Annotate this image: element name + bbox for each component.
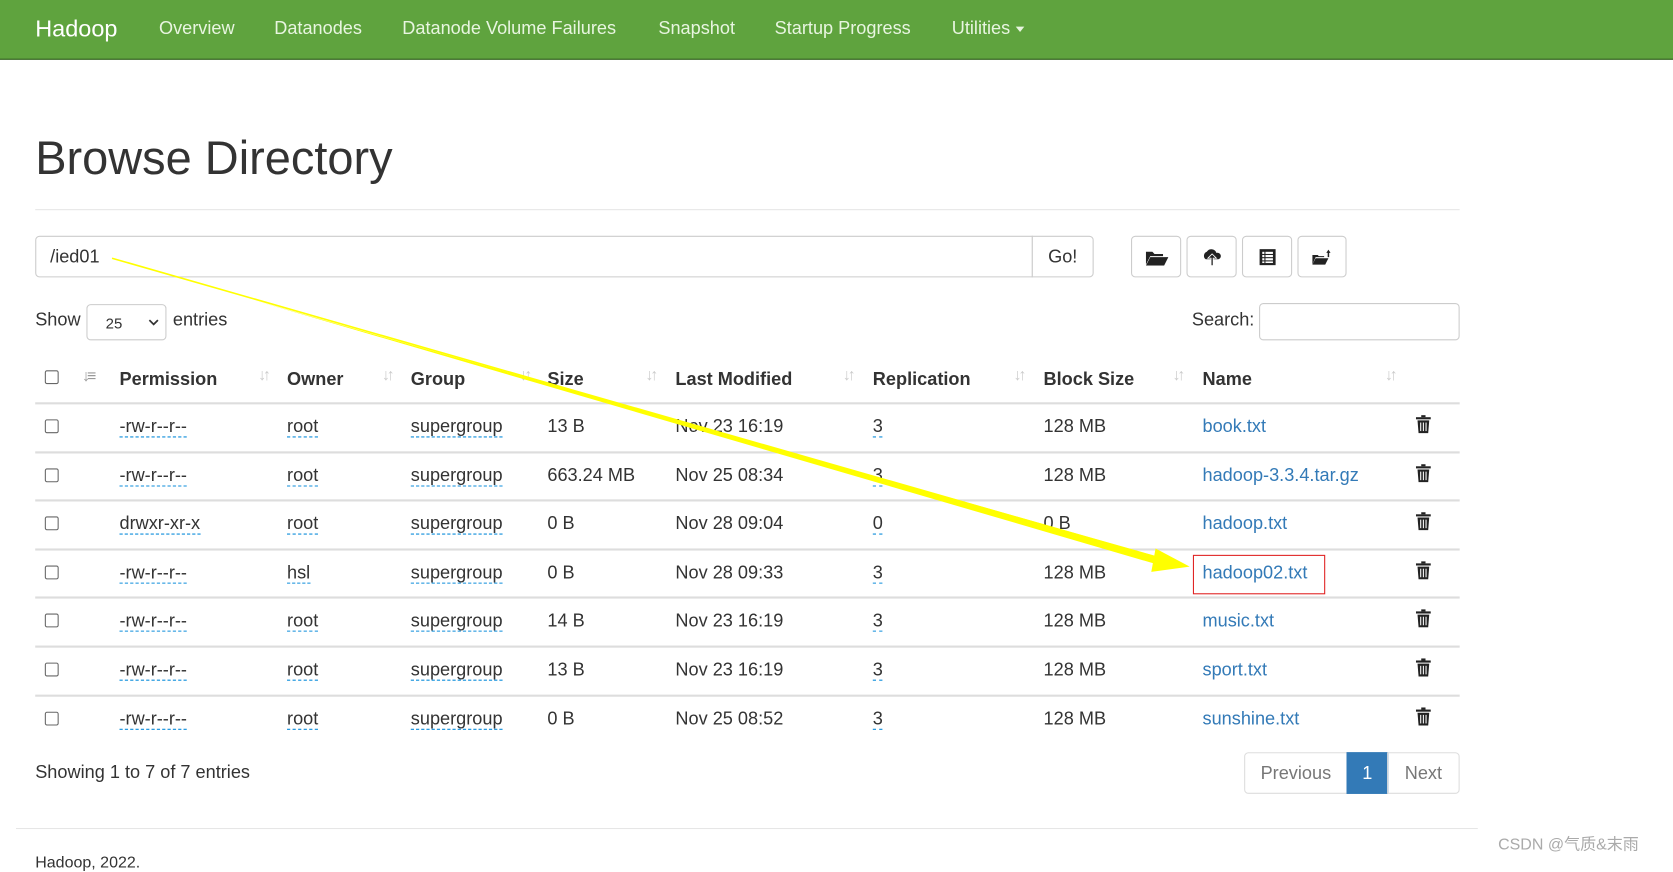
annotation-arrow xyxy=(111,257,1190,572)
